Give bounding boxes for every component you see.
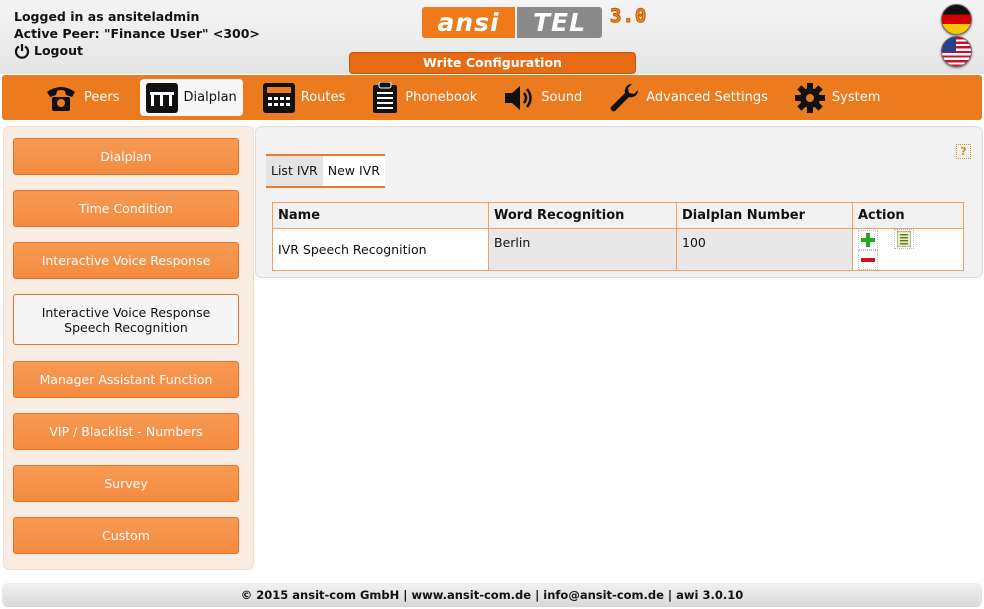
nav-item-system[interactable]: System	[788, 79, 886, 116]
write-configuration-button[interactable]: Write Configuration	[349, 52, 636, 74]
cell-actions	[852, 228, 964, 271]
sidebar-item-custom[interactable]: Custom	[13, 517, 239, 554]
sidebar-item-manager-assistant[interactable]: Manager Assistant Function	[13, 361, 239, 398]
power-icon	[14, 43, 30, 59]
sidebar-item-ivr-speech-recognition[interactable]: Interactive Voice Response Speech Recogn…	[13, 294, 239, 345]
logo-ansi: ansi	[422, 7, 515, 38]
nav-item-routes[interactable]: Routes	[257, 79, 352, 116]
main-panel: ? List IVR New IVR Name Word Recognition…	[255, 126, 983, 278]
nav-item-advanced-settings[interactable]: Advanced Settings	[602, 79, 774, 116]
phonebook-icon	[373, 81, 398, 113]
nav-label-sound: Sound	[541, 90, 583, 105]
column-header-name: Name	[272, 202, 489, 229]
column-header-dialplan-number: Dialplan Number	[676, 202, 853, 229]
logout-label: Logout	[34, 43, 83, 58]
logo: ansi TEL 3.0	[422, 4, 648, 38]
edit-icon[interactable]	[893, 229, 914, 249]
nav-item-dialplan[interactable]: Dialplan	[139, 79, 243, 116]
flag-us-icon[interactable]	[941, 36, 972, 67]
active-peer-label: Active Peer: "Finance User" <300>	[14, 26, 260, 41]
telephone-icon	[47, 86, 75, 111]
nav-label-system: System	[831, 90, 881, 105]
main-nav: Peers Dialplan Routes Phonebook Sound Ad…	[2, 75, 982, 120]
cell-word-recognition: Berlin	[488, 228, 677, 271]
ivr-table: Name Word Recognition Dialplan Number Ac…	[272, 202, 964, 271]
wrench-icon	[610, 83, 639, 111]
help-icon[interactable]: ?	[956, 144, 971, 159]
nav-label-dialplan: Dialplan	[183, 90, 237, 105]
dialplan-icon	[145, 82, 178, 113]
logged-in-label: Logged in as ansiteladmin	[14, 9, 200, 24]
ivr-tabs: List IVR New IVR	[266, 154, 385, 188]
nav-label-routes: Routes	[300, 90, 346, 105]
table-row: IVR Speech Recognition Berlin 100	[272, 228, 964, 271]
column-header-action: Action	[852, 202, 964, 229]
flag-de-icon[interactable]	[941, 4, 972, 35]
footer: © 2015 ansit-com GmbH | www.ansit-com.de…	[2, 583, 982, 607]
header: Logged in as ansiteladmin Active Peer: "…	[0, 0, 984, 74]
user-info: Logged in as ansiteladmin Active Peer: "…	[14, 8, 260, 59]
nav-label-peers: Peers	[84, 90, 120, 105]
sidebar-item-label-line2: Speech Recognition	[64, 319, 188, 335]
cell-name: IVR Speech Recognition	[272, 228, 489, 271]
gear-icon	[794, 82, 825, 113]
sidebar-item-ivr[interactable]: Interactive Voice Response	[13, 242, 239, 279]
logout-link[interactable]: Logout	[14, 42, 260, 59]
tab-new-ivr[interactable]: New IVR	[322, 154, 385, 186]
add-icon[interactable]	[858, 230, 878, 250]
routes-icon	[262, 82, 295, 113]
delete-icon[interactable]	[858, 250, 878, 270]
speaker-icon	[505, 85, 533, 110]
sidebar: Dialplan Time Condition Interactive Voic…	[3, 126, 254, 570]
nav-item-phonebook[interactable]: Phonebook	[365, 79, 483, 116]
logo-tel: TEL	[517, 7, 602, 38]
tab-list-ivr[interactable]: List IVR	[266, 154, 323, 186]
sidebar-item-survey[interactable]: Survey	[13, 465, 239, 502]
nav-label-advanced-settings: Advanced Settings	[646, 90, 768, 105]
sidebar-item-vip-blacklist[interactable]: VIP / Blacklist - Numbers	[13, 413, 239, 450]
nav-item-sound[interactable]: Sound	[497, 79, 588, 116]
table-header-row: Name Word Recognition Dialplan Number Ac…	[272, 202, 964, 229]
cell-dialplan-number: 100	[676, 228, 853, 271]
nav-item-peers[interactable]: Peers	[38, 79, 126, 116]
sidebar-item-label-line1: Interactive Voice Response	[41, 304, 211, 320]
sidebar-item-time-condition[interactable]: Time Condition	[13, 190, 239, 227]
nav-label-phonebook: Phonebook	[405, 90, 478, 105]
column-header-word-recognition: Word Recognition	[488, 202, 677, 229]
logo-version: 3.0	[609, 4, 648, 27]
sidebar-item-dialplan[interactable]: Dialplan	[13, 138, 239, 175]
